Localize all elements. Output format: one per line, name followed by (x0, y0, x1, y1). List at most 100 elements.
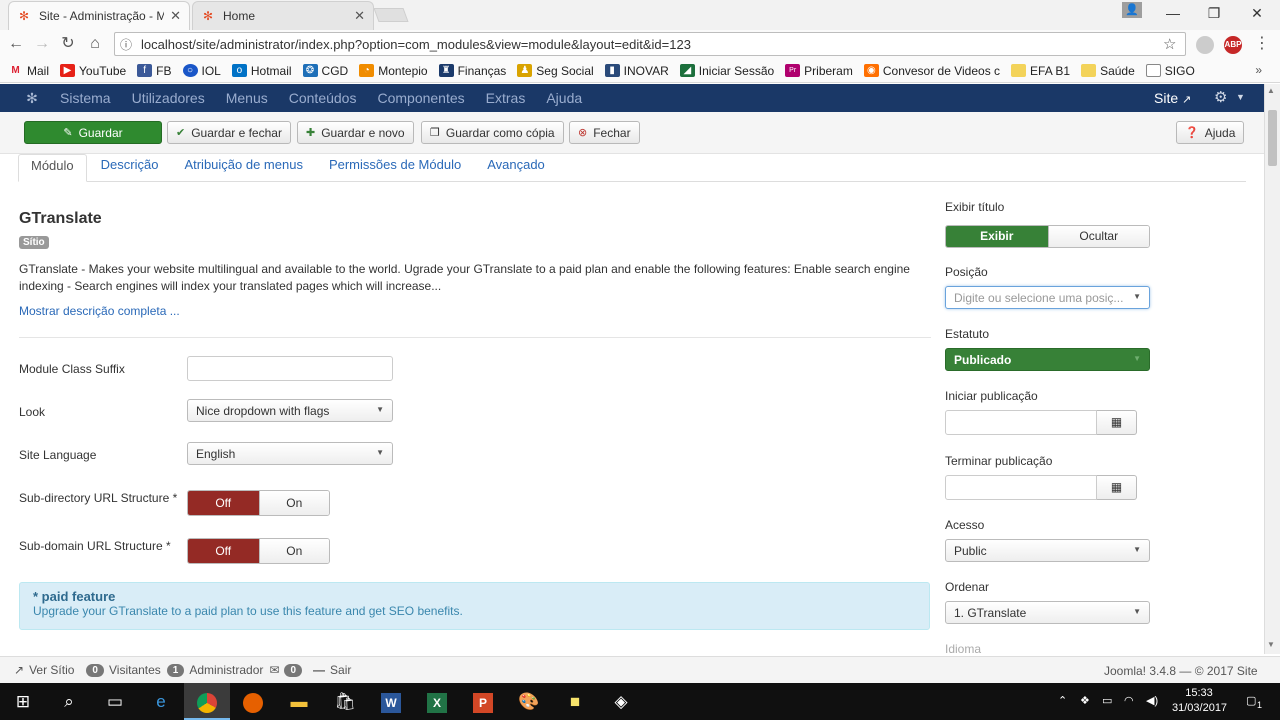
back-icon[interactable]: ← (6, 34, 26, 54)
extension-icon[interactable] (1196, 36, 1214, 54)
edge-icon[interactable]: e (138, 683, 184, 720)
start-publishing-input[interactable] (945, 410, 1097, 435)
bookmarks-overflow-icon[interactable]: » (1255, 63, 1262, 77)
bookmark-convesor[interactable]: ◉ Convesor de Videos c (863, 64, 1000, 78)
visitors-status[interactable]: 0 Visitantes (86, 663, 161, 677)
save-button[interactable]: ✎ Guardar (24, 121, 162, 144)
word-icon[interactable]: W (368, 683, 414, 720)
app-icon[interactable]: ◈ (598, 683, 644, 720)
close-button[interactable]: ⊗ Fechar (569, 121, 640, 144)
calendar-icon[interactable]: ▦ (1097, 410, 1137, 435)
tab-avancado[interactable]: Avançado (475, 154, 557, 182)
access-select[interactable]: Public ▼ (945, 539, 1150, 562)
subdirectory-on-option[interactable]: On (258, 491, 329, 515)
menu-menus[interactable]: Menus (226, 90, 268, 106)
scroll-up-icon[interactable]: ▲ (1267, 86, 1275, 95)
power-icon[interactable]: ▭ (1102, 694, 1112, 707)
look-select[interactable]: Nice dropdown with flags ▼ (187, 399, 393, 422)
calendar-icon[interactable]: ▦ (1097, 475, 1137, 500)
subdomain-off-option[interactable]: Off (188, 539, 259, 563)
ordering-select[interactable]: 1. GTranslate ▼ (945, 601, 1150, 624)
show-title-show-option[interactable]: Exibir (946, 226, 1048, 247)
page-scrollbar[interactable]: ▲ ▼ (1264, 84, 1280, 654)
new-tab-button[interactable] (373, 8, 409, 22)
home-icon[interactable]: ⌂ (85, 34, 105, 54)
close-tab-icon[interactable]: ✕ (170, 8, 181, 24)
menu-conteudos[interactable]: Conteúdos (289, 90, 357, 106)
class-suffix-input[interactable] (187, 356, 393, 381)
volume-icon[interactable]: ◀) (1146, 694, 1158, 707)
admins-status[interactable]: 1 Administrador (166, 663, 263, 677)
bookmark-fb[interactable]: f FB (137, 64, 172, 78)
bookmark-saude[interactable]: Saúde (1081, 64, 1135, 78)
tab-permissoes[interactable]: Permissões de Módulo (317, 154, 473, 182)
site-language-select[interactable]: English ▼ (187, 442, 393, 465)
scrollbar-thumb[interactable] (1268, 110, 1277, 166)
bookmark-cgd[interactable]: ❂ CGD (302, 64, 348, 78)
bookmark-inovar[interactable]: ▮ INOVAR (604, 64, 669, 78)
gear-icon[interactable]: ⚙ (1214, 88, 1227, 106)
view-site-link[interactable]: ↗ Ver Sítio (14, 663, 74, 677)
user-profile-icon[interactable]: 👤 (1122, 2, 1142, 18)
search-icon[interactable]: ⌕ (46, 683, 92, 720)
file-explorer-icon[interactable]: ▬ (276, 683, 322, 720)
adblock-icon[interactable]: ABP (1224, 36, 1242, 54)
reload-icon[interactable]: ↻ (58, 34, 78, 54)
browser-menu-icon[interactable]: ⋮ (1252, 34, 1272, 54)
firefox-icon[interactable] (230, 683, 276, 720)
chevron-down-icon[interactable]: ▼ (1236, 92, 1245, 102)
bookmark-montepio[interactable]: ◔ Montepio (359, 64, 428, 78)
paint-icon[interactable]: 🎨 (506, 683, 552, 720)
bookmark-seg-social[interactable]: ♟ Seg Social (517, 64, 594, 78)
bookmark-efa-b1[interactable]: EFA B1 (1011, 64, 1070, 78)
save-copy-button[interactable]: ❐ Guardar como cópia (421, 121, 564, 144)
wifi-icon[interactable]: ◠ (1124, 694, 1134, 707)
menu-extras[interactable]: Extras (486, 90, 526, 106)
store-icon[interactable]: 🛍 (322, 683, 368, 720)
tab-atribuicao-menus[interactable]: Atribuição de menus (172, 154, 315, 182)
browser-tab-home[interactable]: ✻ Home ✕ (192, 1, 374, 30)
bookmark-iol[interactable]: ○ IOL (182, 64, 221, 78)
tab-descricao[interactable]: Descrição (89, 154, 171, 182)
excel-icon[interactable]: X (414, 683, 460, 720)
powerpoint-icon[interactable]: P (460, 683, 506, 720)
help-button[interactable]: ❓ Ajuda (1176, 121, 1245, 144)
joomla-logo-icon[interactable]: ✻ (22, 90, 42, 107)
minimize-icon[interactable]: — (1152, 0, 1194, 28)
bookmark-financas[interactable]: ♜ Finanças (438, 64, 506, 78)
bookmark-iniciar-sessao[interactable]: ◢ Iniciar Sessão (679, 64, 774, 78)
bookmark-priberam[interactable]: Pr Priberam (785, 64, 853, 78)
logout-link[interactable]: — Sair (313, 663, 351, 677)
notifications-icon[interactable]: ▢ (1246, 694, 1256, 707)
menu-sistema[interactable]: Sistema (60, 90, 111, 106)
messages-status[interactable]: ✉ 0 (269, 663, 307, 677)
dropbox-icon[interactable]: ❖ (1080, 694, 1090, 707)
save-close-button[interactable]: ✔ Guardar e fechar (167, 121, 291, 144)
show-title-hide-option[interactable]: Ocultar (1047, 226, 1149, 247)
tray-expand-icon[interactable]: ⌃ (1058, 694, 1067, 707)
bookmark-star-icon[interactable]: ☆ (1163, 35, 1185, 53)
bookmark-hotmail[interactable]: o Hotmail (231, 64, 292, 78)
chrome-icon[interactable] (184, 683, 230, 720)
save-new-button[interactable]: ✚ Guardar e novo (297, 121, 414, 144)
bookmark-mail[interactable]: M Mail (8, 64, 49, 78)
menu-componentes[interactable]: Componentes (377, 90, 464, 106)
site-link[interactable]: Site ↗ (1154, 90, 1191, 106)
browser-tab-admin[interactable]: ✻ Site - Administração - M ✕ (8, 1, 190, 30)
info-icon[interactable]: ⓘ (120, 36, 138, 53)
close-tab-icon[interactable]: ✕ (354, 8, 365, 24)
forward-icon[interactable]: → (32, 34, 52, 54)
menu-utilizadores[interactable]: Utilizadores (132, 90, 205, 106)
status-select[interactable]: Publicado ▼ (945, 348, 1150, 371)
scroll-down-icon[interactable]: ▼ (1267, 640, 1275, 649)
sticky-notes-icon[interactable]: ■ (552, 683, 598, 720)
show-full-description-link[interactable]: Mostrar descrição completa ... (19, 304, 180, 318)
subdirectory-off-option[interactable]: Off (188, 491, 259, 515)
address-bar[interactable]: ⓘ localhost/site/administrator/index.php… (114, 32, 1186, 56)
position-select[interactable]: Digite ou selecione uma posiç... ▼ (945, 286, 1150, 309)
task-view-icon[interactable]: ▭ (92, 683, 138, 720)
bookmark-sigo[interactable]: SIGO (1145, 64, 1195, 78)
bookmark-youtube[interactable]: ▶ YouTube (60, 64, 126, 78)
tab-modulo[interactable]: Módulo (18, 154, 87, 182)
menu-ajuda[interactable]: Ajuda (546, 90, 582, 106)
